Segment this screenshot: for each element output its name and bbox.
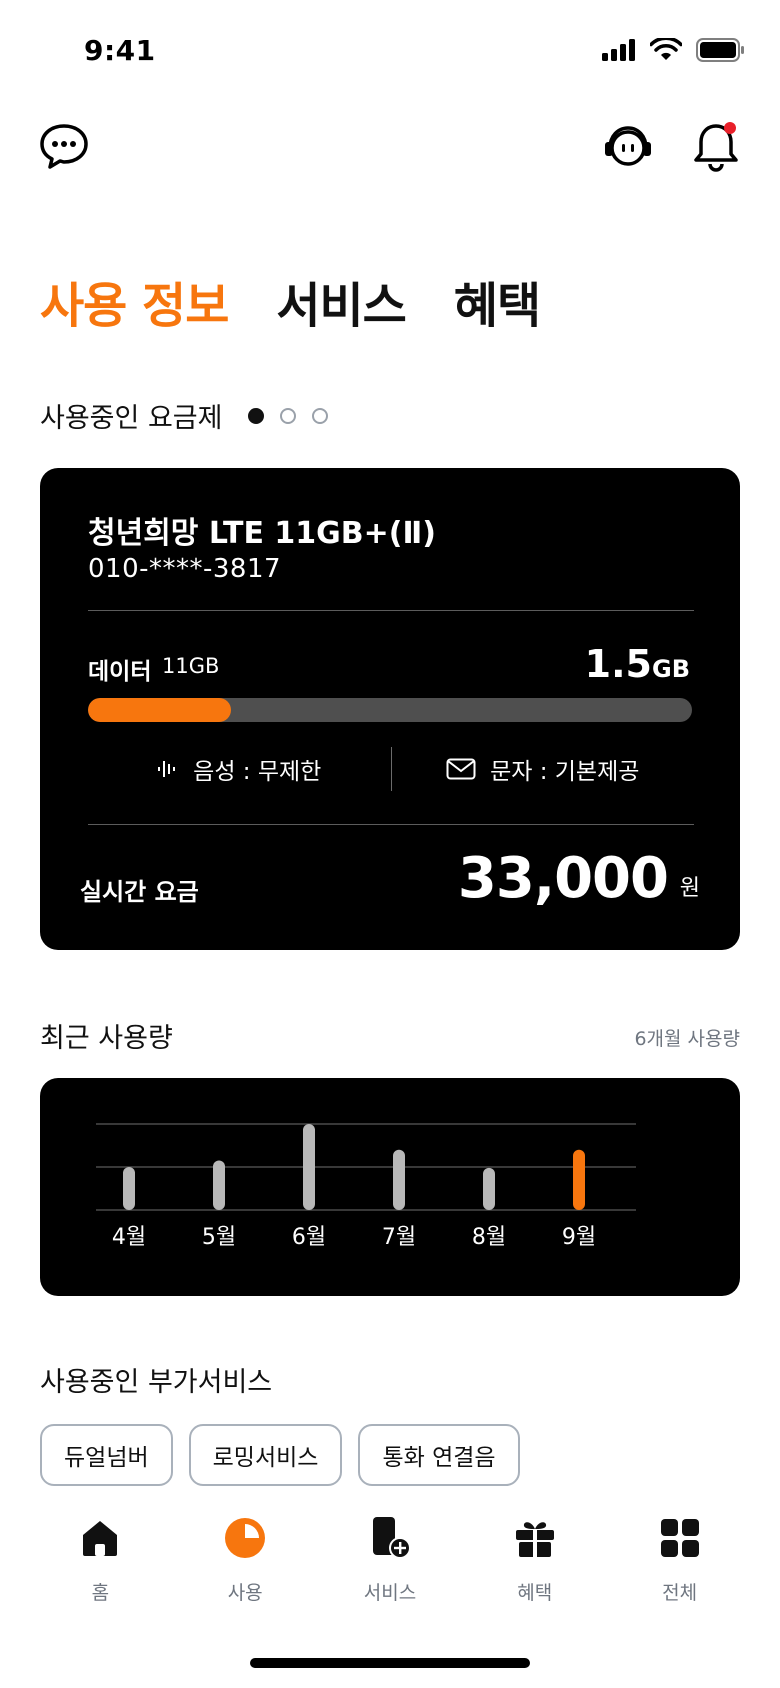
chat-bubble-icon xyxy=(40,124,88,169)
chart-bar-0[interactable] xyxy=(123,1167,135,1210)
page-dot-2[interactable] xyxy=(280,408,296,424)
plan-card[interactable]: 청년희망 LTE 11GB+(Ⅱ) 010-****-3817 데이터 11GB… xyxy=(40,468,740,950)
sms-text: 문자 : 기본제공 xyxy=(490,759,640,785)
phone-plus-icon xyxy=(368,1516,412,1560)
nav-all-label: 전체 xyxy=(662,1582,698,1604)
wifi-icon xyxy=(650,38,682,60)
voice-info: 음성 : 무제한 xyxy=(88,752,391,786)
usage-bar-chart: 4월 5월 6월 7월 8월 9월 xyxy=(96,1123,636,1250)
sms-info: 문자 : 기본제공 xyxy=(392,752,695,786)
nav-benefits[interactable]: 혜택 xyxy=(475,1516,595,1636)
status-time: 9:41 xyxy=(84,34,156,67)
notifications-button[interactable] xyxy=(688,118,744,174)
plan-page-indicator[interactable] xyxy=(248,408,328,424)
status-icons xyxy=(602,38,744,62)
chart-x-label-1: 5월 xyxy=(202,1225,236,1250)
addon-chip-roaming[interactable]: 로밍서비스 xyxy=(188,1424,343,1486)
addon-chips: 듀얼넘버 로밍서비스 통화 연결음 xyxy=(40,1424,520,1486)
data-used-value: 1.5 xyxy=(584,642,652,686)
usage-section-title: 최근 사용량 xyxy=(40,1023,173,1054)
chart-x-label-0: 4월 xyxy=(112,1225,146,1250)
addon-section-title: 사용중인 부가서비스 xyxy=(40,1367,273,1398)
data-used-unit: GB xyxy=(652,655,690,683)
six-month-usage-link[interactable]: 6개월 사용량 xyxy=(634,1024,740,1051)
chart-bar-1[interactable] xyxy=(213,1160,225,1210)
chat-button[interactable] xyxy=(36,118,92,174)
usage-pie-icon xyxy=(223,1516,267,1560)
data-progress-bar xyxy=(88,698,692,722)
home-indicator xyxy=(250,1658,530,1668)
bell-icon xyxy=(694,122,738,172)
chart-x-label-5: 9월 xyxy=(562,1225,596,1250)
nav-benefits-label: 혜택 xyxy=(517,1582,553,1604)
headset-icon xyxy=(605,126,651,166)
chart-bar-2[interactable] xyxy=(303,1124,315,1210)
plan-divider-top xyxy=(88,610,694,611)
customer-support-button[interactable] xyxy=(600,118,656,174)
realtime-fee-amount: 33,000 xyxy=(457,846,669,911)
addon-chip-ringback[interactable]: 통화 연결음 xyxy=(358,1424,520,1486)
tab-usage-info[interactable]: 사용 정보 xyxy=(40,266,229,336)
nav-services[interactable]: 서비스 xyxy=(330,1516,450,1636)
chart-bar-4[interactable] xyxy=(483,1167,495,1210)
realtime-fee-unit: 원 xyxy=(679,876,700,901)
plan-info-row: 음성 : 무제한 문자 : 기본제공 xyxy=(88,746,694,792)
nav-usage-label: 사용 xyxy=(227,1582,263,1604)
data-used: 1.5GB xyxy=(585,642,690,686)
home-icon xyxy=(78,1516,122,1560)
data-total: 11GB xyxy=(162,654,220,678)
battery-icon xyxy=(696,38,744,62)
page-dot-3[interactable] xyxy=(312,408,328,424)
chart-bar-3[interactable] xyxy=(393,1149,405,1210)
page-dot-1[interactable] xyxy=(248,408,264,424)
cellular-signal-icon xyxy=(602,39,635,61)
chart-x-label-2: 6월 xyxy=(292,1225,326,1250)
nav-services-label: 서비스 xyxy=(363,1582,417,1604)
voice-text: 음성 : 무제한 xyxy=(193,759,322,785)
plan-divider-bottom xyxy=(88,824,694,825)
realtime-fee-label: 실시간 요금 xyxy=(80,878,199,906)
addon-chip-dual-number[interactable]: 듀얼넘버 xyxy=(40,1424,173,1486)
usage-chart-card: 4월 5월 6월 7월 8월 9월 xyxy=(40,1078,740,1296)
tab-services[interactable]: 서비스 xyxy=(276,266,406,336)
chart-bar-5[interactable] xyxy=(573,1149,585,1210)
tab-benefits[interactable]: 혜택 xyxy=(454,266,541,336)
plan-section-title: 사용중인 요금제 xyxy=(40,403,223,434)
nav-home-label: 홈 xyxy=(91,1582,110,1604)
data-progress-fill xyxy=(88,698,231,722)
gift-icon xyxy=(513,1516,557,1560)
nav-all[interactable]: 전체 xyxy=(620,1516,740,1636)
nav-home[interactable]: 홈 xyxy=(40,1516,160,1636)
nav-usage[interactable]: 사용 xyxy=(185,1516,305,1636)
grid-icon xyxy=(658,1516,702,1560)
voice-wave-icon xyxy=(158,761,176,777)
main-tabs: 사용 정보 서비스 혜택 xyxy=(40,266,541,336)
envelope-icon xyxy=(446,758,476,780)
bottom-navigation: 홈 사용 서비스 혜택 전체 xyxy=(0,1516,780,1636)
data-label: 데이터 xyxy=(88,659,152,685)
chart-x-label-3: 7월 xyxy=(382,1225,416,1250)
plan-phone-number: 010-****-3817 xyxy=(88,554,282,584)
chart-x-label-4: 8월 xyxy=(472,1225,506,1250)
plan-name: 청년희망 LTE 11GB+(Ⅱ) xyxy=(88,516,436,551)
